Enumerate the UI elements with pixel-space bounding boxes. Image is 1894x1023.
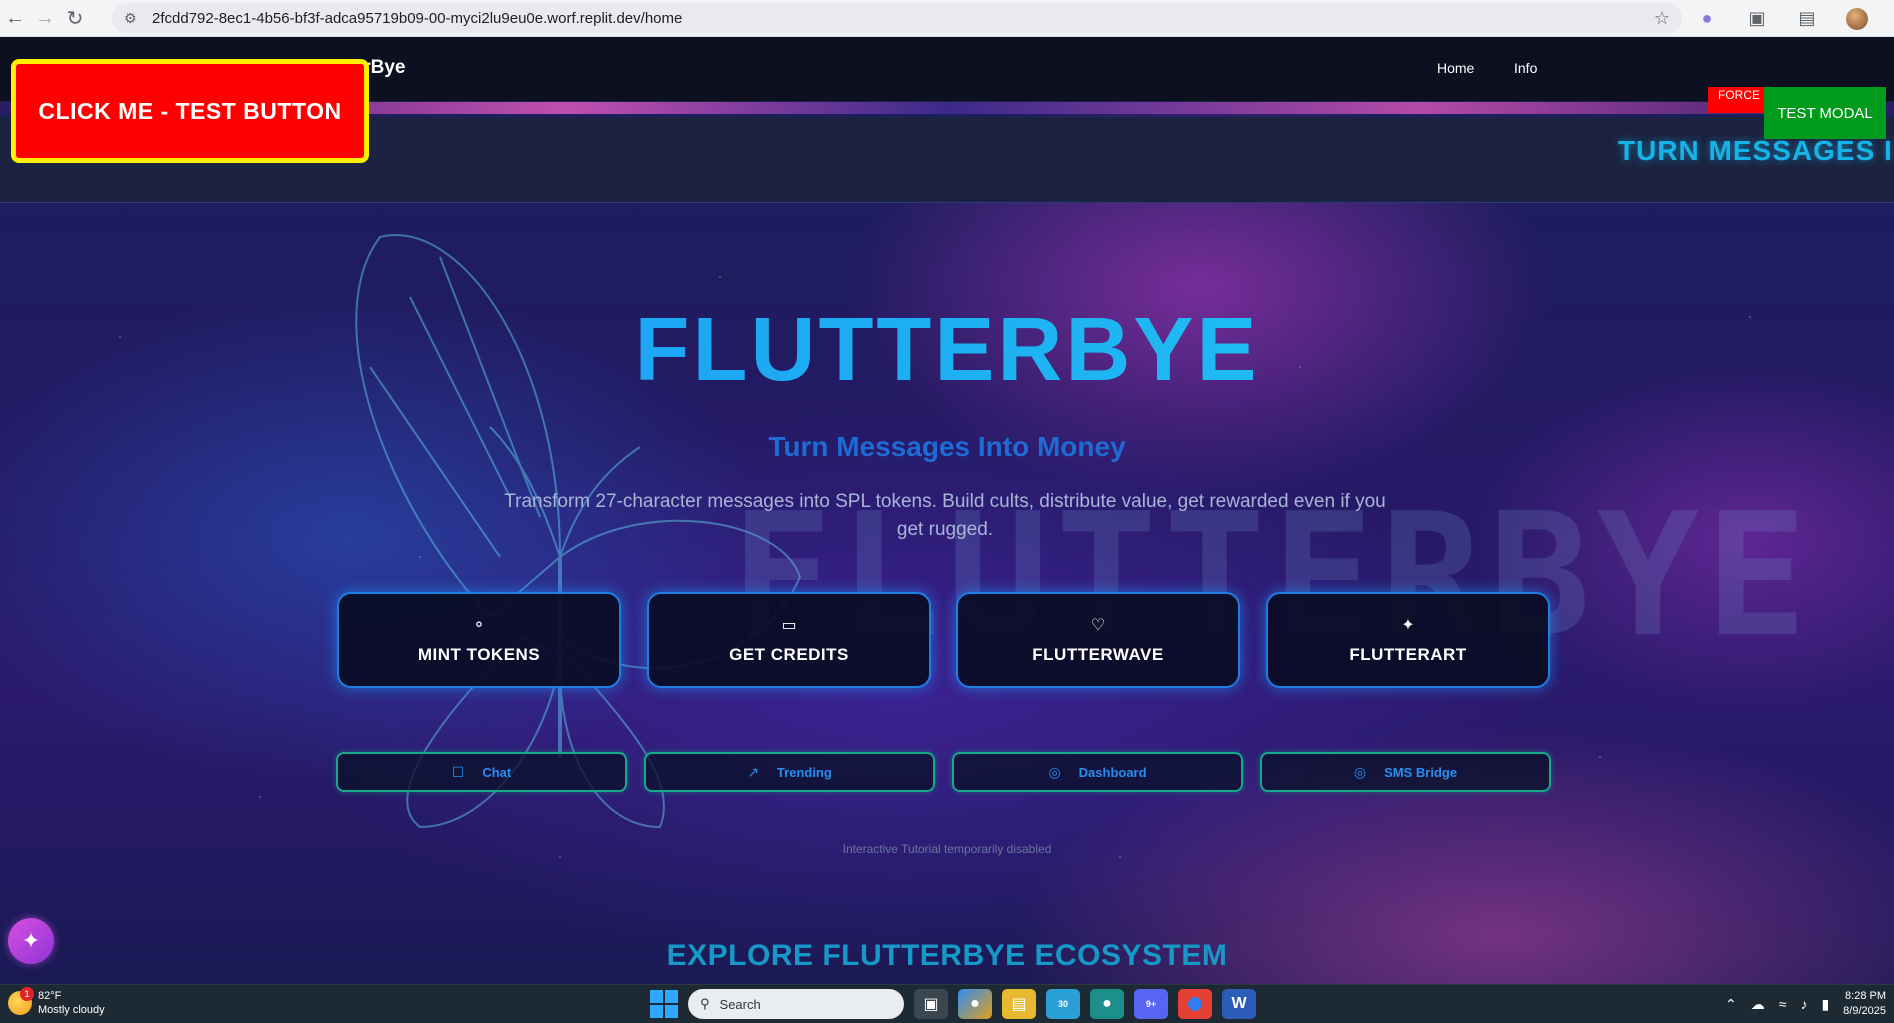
nav-home[interactable]: Home [1437,60,1474,76]
flutterart-card[interactable]: ✦ FLUTTERART [1266,592,1550,688]
address-bar[interactable]: ⚙ 2fcdd792-8ec1-4b56-bf3f-adca95719b09-0… [112,3,1682,33]
puzzle-icon[interactable]: ▣ [1746,8,1768,30]
weather-badge: 1 [20,987,34,1001]
taskbar-search[interactable]: ⚲ Search [688,989,904,1019]
action-label: Dashboard [1078,764,1147,780]
chevron-up-icon[interactable]: ⌃ [1725,996,1737,1013]
ai-assistant-fab[interactable]: ✦ [8,918,54,964]
forward-icon[interactable]: → [30,3,60,33]
reload-icon[interactable]: ↻ [60,3,90,33]
action-label: Trending [776,764,832,780]
volume-icon[interactable]: ♪ [1800,996,1807,1012]
coins-icon: ⚬ [472,617,486,634]
sparkles-icon: ✦ [1401,617,1415,634]
copilot-icon[interactable]: ● [958,989,992,1019]
page-viewport: FLUTTERBYE tterBye Home Info TURN MESSAG… [0,37,1894,984]
browser-toolbar: ← → ↻ ⚙ 2fcdd792-8ec1-4b56-bf3f-adca9571… [0,0,1894,37]
credit-card-icon: ▭ [781,617,797,634]
get-credits-card[interactable]: ▭ GET CREDITS [647,592,931,688]
bookmark-star-icon[interactable]: ☆ [1654,8,1670,29]
chat-button[interactable]: ☐ Chat [336,752,627,792]
wifi-icon[interactable]: ≈ [1779,996,1787,1012]
hero-subtitle: Turn Messages Into Money [768,431,1126,462]
flutterwave-card[interactable]: ♡ FLUTTERWAVE [956,592,1240,688]
discord-badge: 9+ [1145,999,1157,1009]
telegram-icon[interactable]: 30 [1046,989,1080,1019]
telegram-badge: 30 [1057,999,1068,1009]
test-modal-button[interactable]: TEST MODAL [1764,87,1886,139]
microphone-icon: ◎ [1353,763,1367,780]
card-label: FLUTTERART [1349,645,1467,664]
force-button[interactable]: FORCE [1708,87,1764,113]
target-icon: ◎ [1048,763,1061,780]
search-icon: ⚲ [700,996,710,1011]
site-settings-icon[interactable]: ⚙ [124,10,140,26]
trending-button[interactable]: ↗ Trending [644,752,935,792]
sparkles-icon: ✦ [21,928,41,953]
taskbar-apps: ⚲ Search ▣ ● ▤ 30 ● 9+ W [650,989,1256,1019]
system-tray: ⌃ ☁ ≈ ♪ ▮ 8:28 PM 8/9/2025 [1725,989,1886,1019]
url-text: 2fcdd792-8ec1-4b56-bf3f-adca95719b09-00-… [152,9,683,27]
windows-start-icon[interactable] [650,990,678,1018]
test-button[interactable]: CLICK ME - TEST BUTTON [11,59,369,163]
sms-bridge-button[interactable]: ◎ SMS Bridge [1260,752,1551,792]
action-label: Chat [482,764,512,780]
back-icon[interactable]: ← [0,3,30,33]
word-icon[interactable]: W [1222,989,1256,1019]
edge-icon[interactable]: ● [1090,989,1124,1019]
mint-tokens-card[interactable]: ⚬ MINT TOKENS [337,592,621,688]
weather-icon: 1 [8,987,34,1015]
task-view-icon[interactable]: ▣ [914,989,948,1019]
tutorial-note: Interactive Tutorial temporarily disable… [842,842,1052,856]
hero-title: FLUTTERBYE [0,299,1894,402]
file-explorer-icon[interactable]: ▤ [1002,989,1036,1019]
chat-icon: ☐ [451,763,465,780]
action-label: SMS Bridge [1384,764,1458,780]
dashboard-button[interactable]: ◎ Dashboard [952,752,1243,792]
explore-heading: EXPLORE FLUTTERBYE ECOSYSTEM [666,939,1228,972]
card-label: FLUTTERWAVE [1032,645,1164,664]
chrome-icon[interactable] [1178,989,1212,1019]
system-clock[interactable]: 8:28 PM 8/9/2025 [1843,989,1886,1019]
tab-search-icon[interactable]: ▤ [1796,8,1818,30]
extension-icon[interactable]: ● [1696,8,1718,30]
weather-widget[interactable]: 1 82°F Mostly cloudy [8,987,105,1017]
card-label: GET CREDITS [729,645,849,664]
clock-date: 8/9/2025 [1843,1005,1886,1017]
taskbar: 1 82°F Mostly cloudy ⚲ Search ▣ ● ▤ 30 ●… [0,984,1894,1023]
marquee-text: TURN MESSAGES I [1618,135,1893,166]
nav-info[interactable]: Info [1514,60,1537,76]
discord-icon[interactable]: 9+ [1134,989,1168,1019]
search-placeholder: Search [719,996,761,1012]
card-label: MINT TOKENS [417,645,541,664]
trending-icon: ↗ [747,763,759,780]
heart-icon: ♡ [1090,617,1106,634]
temperature: 82°F [38,990,62,1002]
weather-condition: Mostly cloudy [38,1004,105,1016]
profile-avatar[interactable] [1846,7,1868,30]
browser-extensions: ● ▣ ▤ [1696,0,1894,37]
clock-time: 8:28 PM [1845,990,1886,1002]
hero-description: Transform 27-character messages into SPL… [504,491,1386,540]
cloud-icon[interactable]: ☁ [1751,996,1765,1013]
battery-icon[interactable]: ▮ [1821,996,1829,1013]
